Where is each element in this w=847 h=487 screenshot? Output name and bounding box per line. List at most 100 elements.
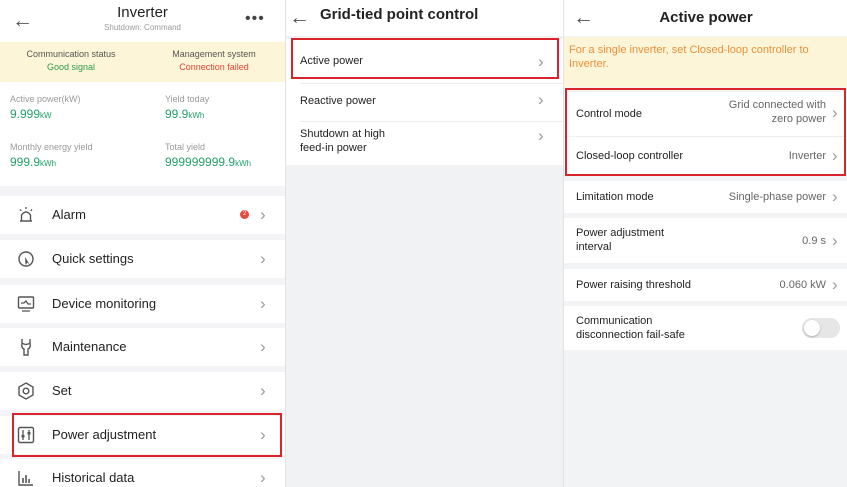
alarm-icon <box>19 207 33 222</box>
chevron-right-icon: › <box>260 294 266 313</box>
label-line: Power adjustment <box>576 227 665 239</box>
metric-number: 999.9 <box>10 155 41 169</box>
chevron-right-icon: › <box>538 52 544 71</box>
page-title: Active power <box>659 9 753 26</box>
metric-number: 99.9 <box>165 107 189 121</box>
monitor-icon <box>17 296 35 312</box>
power-adjustment-icon <box>17 426 35 444</box>
setting-limitation-mode[interactable]: Limitation mode Single-phase power › <box>564 181 847 213</box>
fail-safe-toggle[interactable] <box>802 318 840 338</box>
communication-status: Communication status Good signal <box>0 48 142 74</box>
menu-item-label: Alarm <box>52 207 86 222</box>
status-strip: Communication status Good signal Managem… <box>0 42 285 82</box>
notice-banner: For a single inverter, set Closed-loop c… <box>564 37 847 87</box>
page-title: Inverter <box>117 4 168 21</box>
menu-item-label: Quick settings <box>52 251 134 266</box>
setting-power-raising-threshold[interactable]: Power raising threshold 0.060 kW › <box>564 269 847 301</box>
metric-unit: kWh <box>40 159 57 168</box>
menu-item-set[interactable]: Set › <box>0 372 285 410</box>
setting-closed-loop-controller[interactable]: Closed-loop controller Inverter › <box>564 137 847 174</box>
menu-item-label: Device monitoring <box>52 296 157 311</box>
chevron-right-icon: › <box>260 337 266 356</box>
menu-item-label: Shutdown at high feed-in power <box>300 127 385 155</box>
menu-item-power-adjustment[interactable]: Power adjustment › <box>0 416 285 454</box>
menu-item-label: Active power <box>300 55 363 67</box>
chevron-right-icon: › <box>260 381 266 400</box>
setting-power-adjustment-interval[interactable]: Power adjustment interval 0.9 s › <box>564 218 847 263</box>
settings-icon <box>18 382 34 400</box>
menu-item-quick-settings[interactable]: Quick settings › <box>0 240 285 278</box>
metric-unit: kWh <box>188 111 205 120</box>
menu-item-label: Reactive power <box>300 95 376 107</box>
chevron-right-icon: › <box>260 425 266 444</box>
active-power-screen: ← Active power For a single inverter, se… <box>563 0 847 487</box>
label-line: Shutdown at high <box>300 128 386 140</box>
active-power-header: ← Active power <box>564 0 847 36</box>
management-system-label: Management system <box>172 49 256 59</box>
notice-text: For a single inverter, set Closed-loop c… <box>569 44 809 70</box>
metric-value: 999999999.9kWh <box>165 155 285 169</box>
label-line: feed-in power <box>300 142 367 154</box>
quick-settings-icon <box>18 251 34 267</box>
metric-label: Total yield <box>165 142 206 152</box>
menu-item-alarm[interactable]: Alarm 2 › <box>0 196 285 234</box>
grid-menu-list: Active power › Reactive power › Shutdown… <box>286 39 564 165</box>
communication-status-value: Good signal <box>46 62 96 72</box>
maintenance-icon <box>21 339 31 356</box>
metric-label: Yield today <box>165 94 210 104</box>
menu-item-shutdown-high-feed-in[interactable]: Shutdown at high feed-in power › <box>286 122 564 165</box>
chevron-right-icon: › <box>832 231 838 250</box>
metric-active-power: Active power(kW) 9.999kW <box>10 94 145 121</box>
inverter-header: ← Inverter Shutdown: Command ••• <box>0 0 285 42</box>
setting-communication-fail-safe: Communication disconnection fail-safe <box>564 306 847 350</box>
label-line: interval <box>576 241 612 253</box>
metric-number: 9.999 <box>10 107 41 121</box>
metrics-card: Active power(kW) 9.999kW Yield today 99.… <box>0 82 285 186</box>
management-system-status: Management system Connection failed <box>143 48 285 74</box>
menu-item-maintenance[interactable]: Maintenance › <box>0 328 285 366</box>
setting-value: Single-phase power <box>728 191 826 203</box>
chevron-right-icon: › <box>260 205 266 224</box>
metric-yield-today: Yield today 99.9kWh <box>165 94 285 121</box>
chevron-right-icon: › <box>538 90 544 109</box>
grid-header: ← Grid-tied point control <box>286 0 564 36</box>
communication-status-label: Communication status <box>26 49 116 59</box>
menu-item-reactive-power[interactable]: Reactive power › <box>286 84 564 120</box>
setting-label: Power adjustment interval <box>576 226 664 254</box>
more-dots-icon[interactable]: ••• <box>245 10 265 28</box>
metric-monthly-yield: Monthly energy yield 999.9kWh <box>10 142 145 169</box>
menu-item-device-monitoring[interactable]: Device monitoring › <box>0 285 285 323</box>
chevron-right-icon: › <box>260 249 266 268</box>
setting-label: Limitation mode <box>576 191 654 203</box>
menu-item-label: Maintenance <box>52 339 127 354</box>
back-arrow-icon[interactable]: ← <box>289 7 310 28</box>
historical-data-icon <box>18 471 33 486</box>
chevron-right-icon: › <box>832 146 838 165</box>
setting-control-mode[interactable]: Control mode Grid connected with zero pow… <box>564 92 847 136</box>
chevron-right-icon: › <box>832 187 838 206</box>
toggle-knob <box>804 320 820 336</box>
setting-value: 0.060 kW <box>779 279 826 291</box>
setting-value: Inverter <box>788 150 826 162</box>
setting-label: Power raising threshold <box>576 279 691 291</box>
metric-label: Active power(kW) <box>10 94 81 104</box>
chevron-right-icon: › <box>832 275 838 294</box>
chevron-right-icon: › <box>832 103 838 122</box>
value-line: zero power <box>771 113 826 125</box>
setting-label: Control mode <box>576 108 643 120</box>
label-line: disconnection fail-safe <box>576 329 685 341</box>
menu-item-active-power[interactable]: Active power › <box>286 43 564 79</box>
page-subtitle: Shutdown: Command <box>104 23 181 32</box>
metric-unit: kW <box>40 111 52 120</box>
metric-total-yield: Total yield 999999999.9kWh <box>165 142 285 169</box>
management-system-value: Connection failed <box>179 62 249 72</box>
menu-item-historical-data[interactable]: Historical data › <box>0 459 285 487</box>
label-line: Communication <box>576 315 653 327</box>
setting-value: Grid connected with zero power <box>729 98 826 126</box>
metric-label: Monthly energy yield <box>10 142 93 152</box>
metric-number: 999999999.9 <box>165 155 236 169</box>
grid-tied-point-control-screen: ← Grid-tied point control Active power ›… <box>285 0 564 487</box>
setting-label: Closed-loop controller <box>576 150 683 162</box>
metric-value: 9.999kW <box>10 107 145 121</box>
menu-item-label: Historical data <box>52 470 135 485</box>
